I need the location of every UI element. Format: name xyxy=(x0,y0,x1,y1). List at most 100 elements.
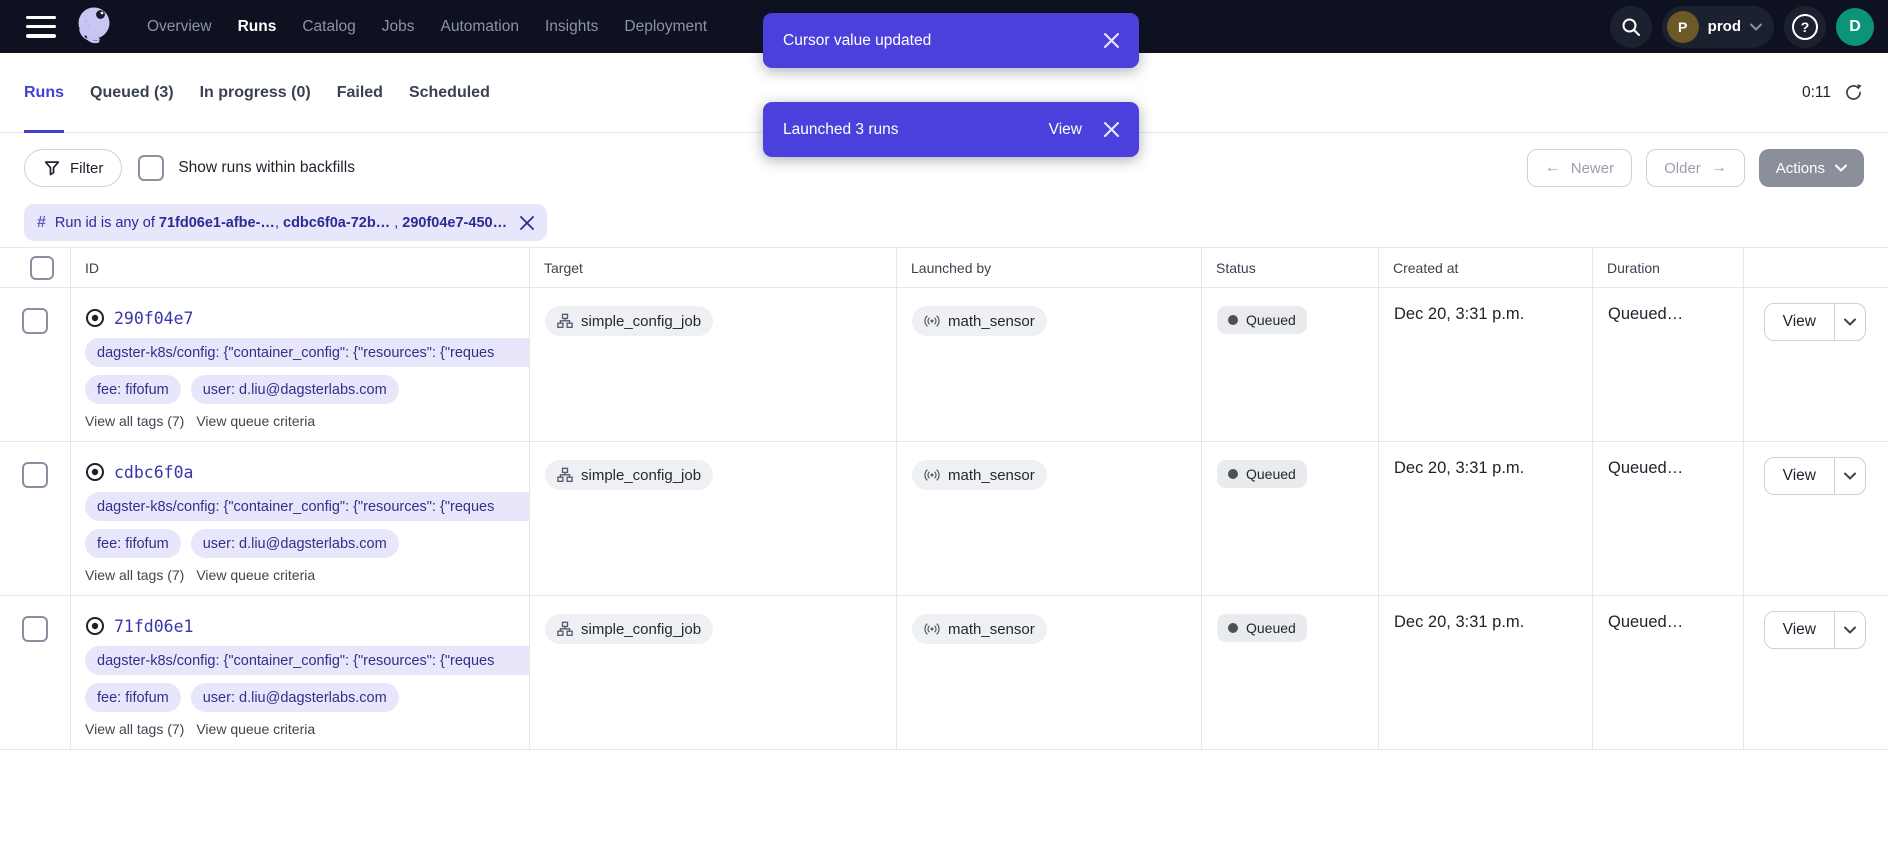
tag-user[interactable]: user: d.liu@dagsterlabs.com xyxy=(191,529,399,558)
view-run-dropdown[interactable] xyxy=(1834,458,1865,494)
status-dot-icon xyxy=(1228,469,1238,479)
runs-table: ID Target Launched by Status Created at … xyxy=(0,247,1888,750)
launched-by-sensor-pill[interactable]: math_sensor xyxy=(912,614,1047,644)
sensor-icon xyxy=(924,621,940,637)
tag-fee[interactable]: fee: fifofum xyxy=(85,375,181,404)
column-header-status: Status xyxy=(1202,248,1379,287)
view-run-dropdown[interactable] xyxy=(1834,304,1865,340)
column-header-duration: Duration xyxy=(1593,248,1744,287)
run-id-link[interactable]: cdbc6f0a xyxy=(114,463,193,482)
help-button[interactable]: ? xyxy=(1784,6,1826,48)
view-run-button: View xyxy=(1764,303,1866,341)
toast-message: Launched 3 runs xyxy=(783,121,898,139)
tag-fee[interactable]: fee: fifofum xyxy=(85,529,181,558)
search-button[interactable] xyxy=(1610,6,1652,48)
newer-button[interactable]: ← Newer xyxy=(1527,149,1632,187)
row-checkbox[interactable] xyxy=(22,616,48,642)
menu-icon[interactable] xyxy=(26,16,56,38)
row-checkbox[interactable] xyxy=(22,462,48,488)
tab-scheduled[interactable]: Scheduled xyxy=(409,53,490,132)
toast-cursor-updated: Cursor value updated xyxy=(763,13,1139,68)
column-header-target: Target xyxy=(530,248,897,287)
status-dot-icon xyxy=(1228,623,1238,633)
job-icon xyxy=(557,313,573,329)
toast-message: Cursor value updated xyxy=(783,32,931,50)
select-all-checkbox[interactable] xyxy=(30,256,54,280)
launched-by-sensor-pill[interactable]: math_sensor xyxy=(912,460,1047,490)
nav-item-deployment[interactable]: Deployment xyxy=(611,18,720,36)
toast-view-link[interactable]: View xyxy=(1049,121,1082,139)
search-icon xyxy=(1621,17,1641,37)
tag-k8s-config[interactable]: dagster-k8s/config: {"container_config":… xyxy=(85,492,529,521)
backfills-checkbox[interactable] xyxy=(138,155,164,181)
view-all-tags-link[interactable]: View all tags (7) xyxy=(85,567,184,583)
run-id-link[interactable]: 290f04e7 xyxy=(114,309,193,328)
nav-item-catalog[interactable]: Catalog xyxy=(289,18,368,36)
close-icon[interactable] xyxy=(1104,122,1119,137)
nav-item-overview[interactable]: Overview xyxy=(134,18,225,36)
view-run-button-label[interactable]: View xyxy=(1765,612,1834,648)
user-avatar[interactable]: D xyxy=(1836,8,1874,46)
table-row: 71fd06e1 dagster-k8s/config: {"container… xyxy=(0,596,1888,750)
sensor-icon xyxy=(924,467,940,483)
dagster-logo-icon[interactable] xyxy=(72,4,118,50)
view-queue-criteria-link[interactable]: View queue criteria xyxy=(196,721,315,737)
view-run-button-label[interactable]: View xyxy=(1765,304,1834,340)
primary-nav: Overview Runs Catalog Jobs Automation In… xyxy=(134,18,720,36)
view-all-tags-link[interactable]: View all tags (7) xyxy=(85,721,184,737)
view-run-dropdown[interactable] xyxy=(1834,612,1865,648)
older-button[interactable]: Older → xyxy=(1646,149,1745,187)
status-badge: Queued xyxy=(1217,460,1307,488)
tag-user[interactable]: user: d.liu@dagsterlabs.com xyxy=(191,683,399,712)
tag-fee[interactable]: fee: fifofum xyxy=(85,683,181,712)
refresh-icon[interactable] xyxy=(1843,82,1864,103)
table-row: 290f04e7 dagster-k8s/config: {"container… xyxy=(0,288,1888,442)
tag-k8s-config[interactable]: dagster-k8s/config: {"container_config":… xyxy=(85,338,529,367)
backfills-checkbox-label: Show runs within backfills xyxy=(178,159,355,177)
run-id-link[interactable]: 71fd06e1 xyxy=(114,617,193,636)
filter-icon xyxy=(43,159,61,177)
chevron-down-icon xyxy=(1835,164,1847,172)
view-queue-criteria-link[interactable]: View queue criteria xyxy=(196,567,315,583)
workspace-switcher[interactable]: P prod xyxy=(1662,6,1774,48)
target-job-pill[interactable]: simple_config_job xyxy=(545,460,713,490)
workspace-label: prod xyxy=(1708,18,1741,35)
column-header-created-at: Created at xyxy=(1379,248,1593,287)
tab-failed[interactable]: Failed xyxy=(337,53,383,132)
duration-value: Queued… xyxy=(1593,288,1744,441)
tag-k8s-config[interactable]: dagster-k8s/config: {"container_config":… xyxy=(85,646,529,675)
created-at-value: Dec 20, 3:31 p.m. xyxy=(1379,288,1593,441)
nav-item-jobs[interactable]: Jobs xyxy=(369,18,428,36)
close-icon[interactable] xyxy=(520,216,534,230)
nav-item-runs[interactable]: Runs xyxy=(225,18,290,36)
table-header-row: ID Target Launched by Status Created at … xyxy=(0,248,1888,288)
view-queue-criteria-link[interactable]: View queue criteria xyxy=(196,413,315,429)
actions-button[interactable]: Actions xyxy=(1759,149,1864,187)
close-icon[interactable] xyxy=(1104,33,1119,48)
older-button-label: Older xyxy=(1664,160,1701,177)
target-job-pill[interactable]: simple_config_job xyxy=(545,614,713,644)
created-at-value: Dec 20, 3:31 p.m. xyxy=(1379,596,1593,749)
tab-queued[interactable]: Queued (3) xyxy=(90,53,174,132)
status-badge: Queued xyxy=(1217,306,1307,334)
tag-user[interactable]: user: d.liu@dagsterlabs.com xyxy=(191,375,399,404)
view-all-tags-link[interactable]: View all tags (7) xyxy=(85,413,184,429)
row-checkbox[interactable] xyxy=(22,308,48,334)
launched-by-sensor-pill[interactable]: math_sensor xyxy=(912,306,1047,336)
runs-page: Overview Runs Catalog Jobs Automation In… xyxy=(0,0,1888,852)
duration-value: Queued… xyxy=(1593,596,1744,749)
nav-item-automation[interactable]: Automation xyxy=(428,18,532,36)
run-id-filter-chip[interactable]: # Run id is any of 71fd06e1-afbe-…, cdbc… xyxy=(24,204,547,241)
job-icon xyxy=(557,621,573,637)
view-run-button-label[interactable]: View xyxy=(1765,458,1834,494)
tab-in-progress[interactable]: In progress (0) xyxy=(200,53,311,132)
nav-item-insights[interactable]: Insights xyxy=(532,18,611,36)
created-at-value: Dec 20, 3:31 p.m. xyxy=(1379,442,1593,595)
view-run-button: View xyxy=(1764,611,1866,649)
run-status-icon xyxy=(85,462,105,482)
workspace-avatar: P xyxy=(1667,11,1699,43)
target-job-pill[interactable]: simple_config_job xyxy=(545,306,713,336)
filter-button[interactable]: Filter xyxy=(24,149,122,187)
tab-runs[interactable]: Runs xyxy=(24,53,64,132)
run-status-icon xyxy=(85,308,105,328)
